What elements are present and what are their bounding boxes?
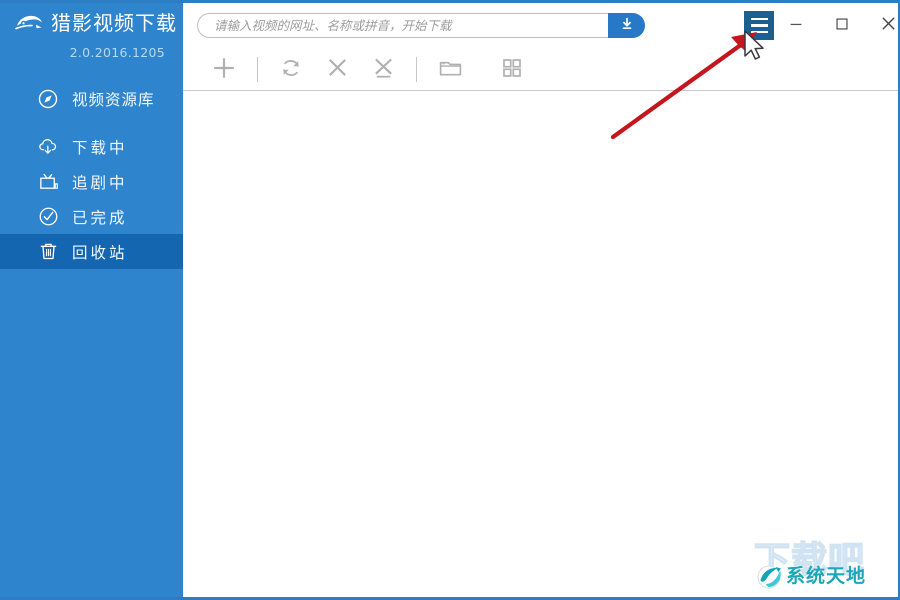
task-list-workspace[interactable] — [183, 92, 898, 597]
swirl-globe-logo — [754, 559, 788, 591]
sidebar-item-completed[interactable]: 已完成 — [0, 199, 183, 234]
sidebar-item-label: 追剧中 — [72, 173, 128, 192]
delete-all-button[interactable] — [360, 50, 406, 88]
minimize-button[interactable] — [780, 11, 812, 39]
close-x-icon — [324, 54, 351, 84]
application-window: 猎影视频下载 2.0.2016.1205 视频资源库 下载中 追剧中 已完成 回… — [0, 0, 900, 600]
hamburger-menu-icon — [750, 24, 768, 27]
app-logo-icon — [14, 11, 44, 35]
check-circle-icon — [36, 205, 60, 229]
toolbar — [183, 48, 898, 91]
sidebar-item-label: 视频资源库 — [72, 90, 155, 109]
folder-icon — [437, 54, 464, 84]
sidebar-item-series[interactable]: 追剧中 — [0, 164, 183, 199]
sidebar-nav: 视频资源库 下载中 追剧中 已完成 回收站 — [0, 81, 183, 269]
sidebar: 猎影视频下载 2.0.2016.1205 视频资源库 下载中 追剧中 已完成 回… — [0, 3, 183, 597]
minimize-icon — [787, 15, 805, 36]
sidebar-item-label: 下载中 — [72, 138, 128, 157]
compass-icon — [36, 87, 60, 111]
watermark: 下载吧 系统天地 — [748, 540, 894, 593]
top-bar — [183, 3, 898, 48]
grid-icon — [500, 56, 524, 83]
app-brand: 猎影视频下载 — [14, 11, 177, 35]
view-grid-button[interactable] — [489, 50, 535, 88]
sidebar-item-downloading[interactable]: 下载中 — [0, 129, 183, 164]
sidebar-item-library[interactable]: 视频资源库 — [0, 81, 183, 116]
content-area: 下载吧 系统天地 — [183, 3, 898, 597]
toolbar-separator — [257, 56, 258, 82]
tv-icon — [36, 170, 60, 194]
watermark-brand-text: 系统天地 — [786, 565, 867, 587]
toolbar-separator — [416, 56, 417, 82]
open-folder-button[interactable] — [427, 50, 473, 88]
sidebar-item-recycle[interactable]: 回收站 — [0, 234, 183, 269]
maximize-button[interactable] — [826, 11, 858, 39]
add-task-button[interactable] — [201, 50, 247, 88]
close-button[interactable] — [872, 11, 898, 39]
app-title: 猎影视频下载 — [51, 11, 177, 35]
sidebar-item-label: 已完成 — [72, 208, 128, 227]
sidebar-item-label: 回收站 — [72, 243, 128, 262]
hamburger-menu-icon — [750, 17, 768, 21]
delete-button[interactable] — [314, 50, 360, 88]
hamburger-menu-button[interactable] — [744, 11, 774, 40]
x-underline-icon — [370, 54, 397, 84]
refresh-button[interactable] — [268, 50, 314, 88]
search-bar — [197, 13, 645, 38]
search-input[interactable] — [197, 13, 629, 38]
refresh-icon — [278, 55, 304, 84]
cloud-download-icon — [36, 135, 60, 159]
download-start-button[interactable] — [608, 13, 645, 38]
hamburger-menu-icon — [750, 30, 768, 34]
close-icon — [879, 14, 898, 36]
app-version: 2.0.2016.1205 — [69, 45, 165, 60]
plus-icon — [210, 54, 238, 85]
trash-icon — [36, 240, 60, 264]
download-arrow-icon — [619, 16, 635, 35]
maximize-icon — [833, 15, 851, 36]
